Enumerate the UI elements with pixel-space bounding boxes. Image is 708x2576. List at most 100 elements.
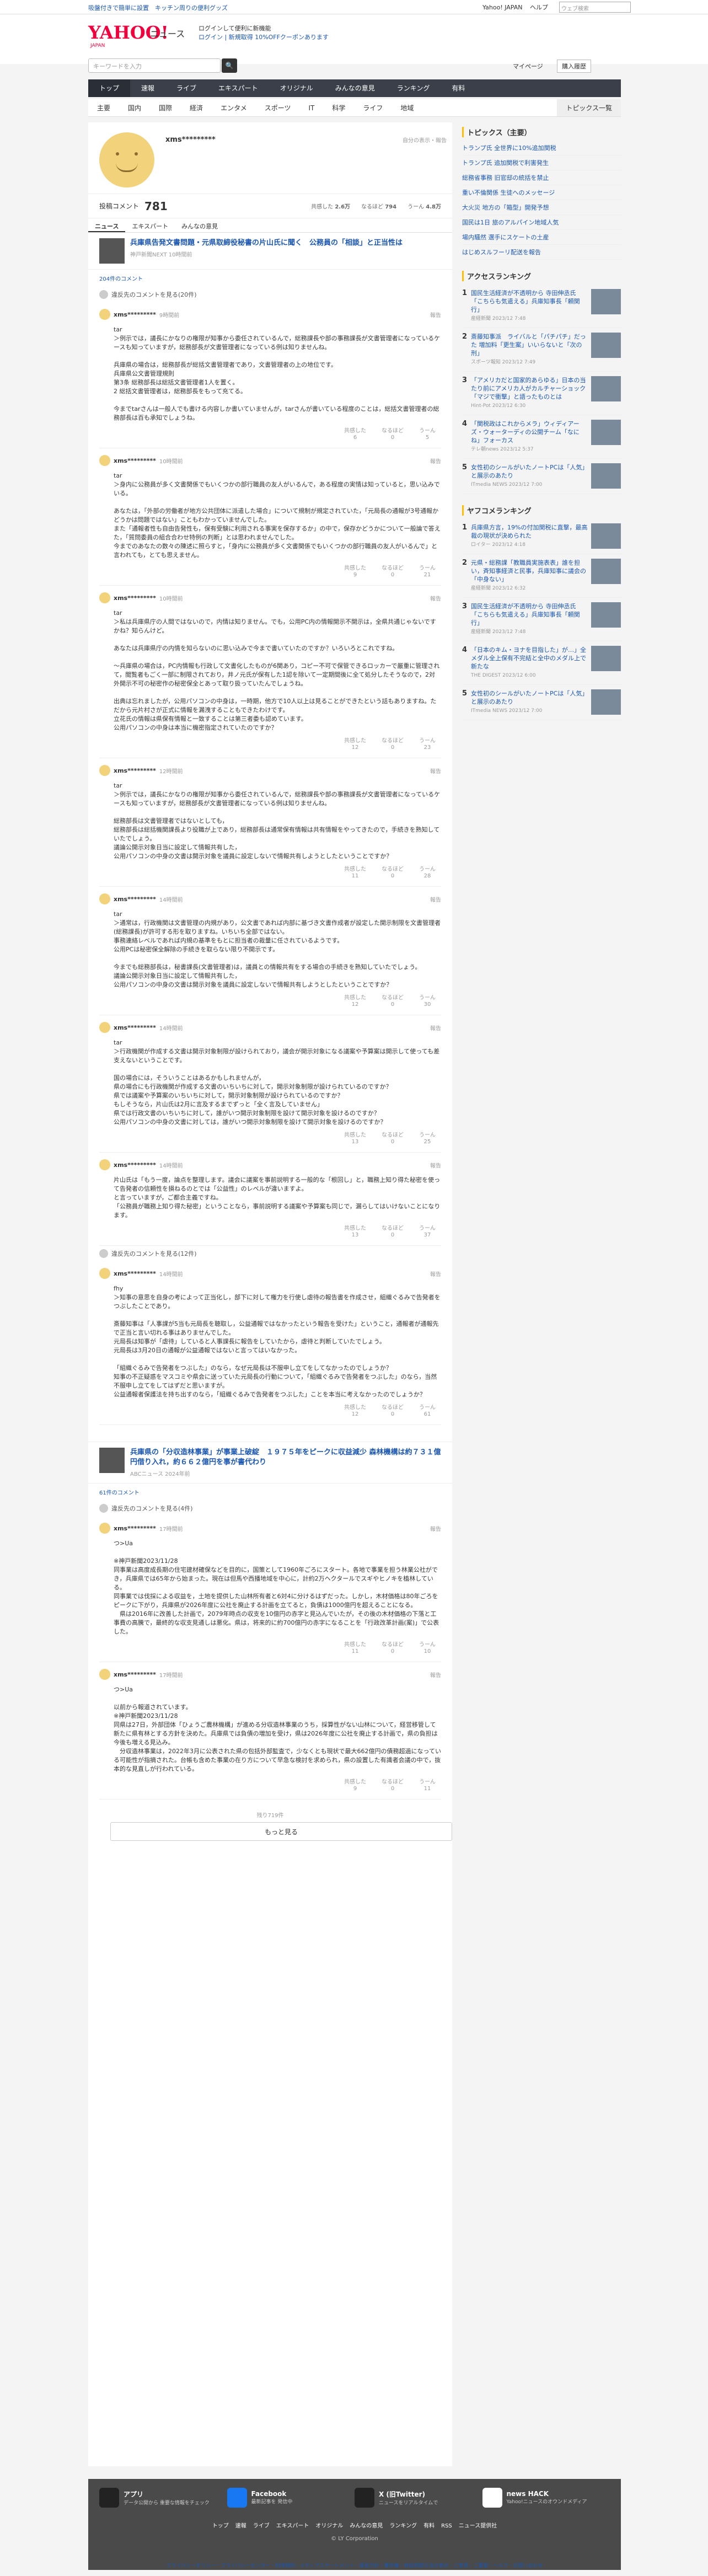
ranking-title-text[interactable]: 「アメリカだと国家的あらゆる」日本の当たり前にアメリカ人がカルチャーショック「マ… bbox=[471, 377, 586, 400]
cat-life[interactable]: ライフ bbox=[354, 99, 391, 116]
footer-facebook[interactable]: Facebook 最新記事を 発信中 bbox=[227, 2488, 355, 2508]
ranking-title-text[interactable]: 元県・総務課「教職員実施表表」誰を担い，斉知事経済と民事，兵庫知事に議会の「中身… bbox=[471, 559, 586, 583]
ranking-title[interactable]: 「アメリカだと国家的あらゆる」日本の当たり前にアメリカ人がカルチャーショック「マ… bbox=[471, 376, 588, 410]
ranking-item[interactable]: 4 「日本のキム・ヨナを目指した」が…」全メダル全上保有不完結と全中のメダル上で新… bbox=[462, 641, 621, 685]
footer-link[interactable]: 有料 bbox=[423, 2523, 435, 2529]
footer-newshack[interactable]: news HACK Yahoo!ニュースのオウンドメディア bbox=[482, 2488, 610, 2508]
nav-opinions[interactable]: みんなの意見 bbox=[324, 79, 386, 97]
search-icon[interactable]: 🔍 bbox=[222, 58, 237, 73]
topic-link[interactable]: トランプ氏 追加関税で利害発生 bbox=[462, 156, 621, 170]
ranking-title[interactable]: 斎藤知事派 ライバルと「パチパチ」だった 増加料「更生案」いいらないと「次の刑」… bbox=[471, 333, 588, 367]
report-link[interactable]: 報告 bbox=[430, 1024, 441, 1032]
help-link[interactable]: ヘルプ bbox=[530, 4, 548, 11]
naruhodo-button[interactable]: なるほど 0 bbox=[382, 1225, 404, 1239]
topic-link[interactable]: 重い不倫関係 生徒へのメッセージ bbox=[462, 185, 621, 200]
footer-link[interactable]: ニュース提供社 bbox=[459, 2523, 497, 2529]
ranking-item[interactable]: 3 国民生活経済が不透明から 寺田伸丞氏「こちらも気遣える」兵庫知事長「頼関行」産… bbox=[462, 598, 621, 641]
tab-news[interactable]: ニュース bbox=[88, 218, 126, 232]
topic-link[interactable]: 総務省事務 旧官邸の統括を禁止 bbox=[462, 170, 621, 185]
topics-list-link[interactable]: トピックス一覧 bbox=[557, 99, 621, 116]
ranking-title[interactable]: 女性初のシールがいたノートPCは「人気」と展示のあたり ITmedia NEWS … bbox=[471, 689, 588, 715]
tab-opinions[interactable]: みんなの意見 bbox=[175, 218, 224, 232]
ranking-title-text[interactable]: 国民生活経済が不透明から 寺田伸丞氏「こちらも気遣える」兵庫知事長「頼関行」 bbox=[471, 290, 580, 313]
cat-international[interactable]: 国際 bbox=[150, 99, 181, 116]
ranking-title-text[interactable]: 兵庫県方言，19%の付加関税に直撃，最高裁の現状が決められた bbox=[471, 524, 587, 539]
nav-live[interactable]: ライブ bbox=[165, 79, 207, 97]
legal-links[interactable]: プライバシーポリシー・プライバシーセンター・利用規約・メディアステートメント・運… bbox=[88, 2562, 621, 2569]
footer-x[interactable]: X (旧Twitter) ニュースをリアルタイムで bbox=[355, 2488, 482, 2508]
topic-link[interactable]: トランプ氏 全世界に10%追加関税 bbox=[462, 141, 621, 156]
profile-report-link[interactable]: 自分の表示・報告 bbox=[403, 136, 447, 144]
ranking-item[interactable]: 5 女性初のシールがいたノートPCは「人気」と展示のあたり ITmedia NEWS… bbox=[462, 459, 621, 494]
footer-link[interactable]: RSS bbox=[441, 2523, 452, 2529]
my-page-link[interactable]: マイページ bbox=[513, 62, 543, 71]
empathy-button[interactable]: 共感した 12 bbox=[344, 738, 366, 751]
uun-button[interactable]: うーん 11 bbox=[419, 1779, 436, 1792]
report-link[interactable]: 報告 bbox=[430, 895, 441, 903]
login-promo[interactable]: ログインして便利に新機能 ログイン | 新規取得 10%OFFクーポンあります bbox=[199, 24, 329, 42]
ranking-item[interactable]: 4 「関税政はこれからメラ」ウィディアーズ・ウォーターディの公開チーム「なにね」フ… bbox=[462, 415, 621, 459]
cat-science[interactable]: 科学 bbox=[323, 99, 354, 116]
comment-author[interactable]: xms********* bbox=[114, 1671, 156, 1678]
report-link[interactable]: 報告 bbox=[430, 594, 441, 602]
nav-breaking[interactable]: 速報 bbox=[130, 79, 165, 97]
footer-link[interactable]: エキスパート bbox=[276, 2523, 309, 2529]
comment-author[interactable]: xms********* bbox=[114, 1525, 156, 1532]
nav-expert[interactable]: エキスパート bbox=[207, 79, 269, 97]
article-title[interactable]: 兵庫県の「分収造林事業」が事業上破綻 １９７５年をピークに収益減少 森林機構は約… bbox=[130, 1448, 441, 1468]
article-card[interactable]: 兵庫県告発文書問題・元県取締役秘書の片山氏に聞く 公務員の「相談」と正当性は 神… bbox=[88, 233, 452, 270]
topic-link[interactable]: 大火災 地方の「箱型」開発予想 bbox=[462, 200, 621, 215]
ranking-item[interactable]: 3 「アメリカだと国家的あらゆる」日本の当たり前にアメリカ人がカルチャーショック「… bbox=[462, 372, 621, 415]
comment-author[interactable]: xms********* bbox=[114, 1024, 156, 1031]
uun-button[interactable]: うーん 23 bbox=[419, 738, 436, 751]
ranking-title[interactable]: 「関税政はこれからメラ」ウィディアーズ・ウォーターディの公開チーム「なにね」フォ… bbox=[471, 420, 588, 454]
cat-main[interactable]: 主要 bbox=[88, 99, 119, 116]
uun-button[interactable]: うーん 25 bbox=[419, 1132, 436, 1145]
ranking-title[interactable]: 国民生活経済が不透明から 寺田伸丞氏「こちらも気遣える」兵庫知事長「頼関行」 産経… bbox=[471, 289, 588, 323]
cat-it[interactable]: IT bbox=[299, 99, 323, 116]
empathy-button[interactable]: 共感した 12 bbox=[344, 1405, 366, 1418]
uun-button[interactable]: うーん 28 bbox=[419, 866, 436, 880]
hidden-comments-toggle[interactable]: 違反先のコメントを見る(12件) bbox=[88, 1246, 452, 1261]
cat-economy[interactable]: 経済 bbox=[181, 99, 212, 116]
cat-local[interactable]: 地域 bbox=[391, 99, 422, 116]
ranking-item[interactable]: 2 元県・総務課「教職員実施表表」誰を担い，斉知事経済と民事，兵庫知事に議会の「中… bbox=[462, 554, 621, 598]
hidden-comments-toggle[interactable]: 違反先のコメントを見る(20件) bbox=[88, 287, 452, 302]
naruhodo-button[interactable]: なるほど 0 bbox=[382, 1132, 404, 1145]
uun-button[interactable]: うーん 5 bbox=[419, 428, 436, 441]
report-link[interactable]: 報告 bbox=[430, 457, 441, 465]
purchase-history-button[interactable]: 購入履歴 bbox=[557, 60, 591, 73]
tab-expert[interactable]: エキスパート bbox=[125, 218, 175, 232]
comment-author[interactable]: xms********* bbox=[114, 767, 156, 774]
ranking-title-text[interactable]: 斎藤知事派 ライバルと「パチパチ」だった 増加料「更生案」いいらないと「次の刑」 bbox=[471, 333, 586, 357]
report-link[interactable]: 報告 bbox=[430, 310, 441, 319]
report-link[interactable]: 報告 bbox=[430, 1270, 441, 1278]
report-link[interactable]: 報告 bbox=[430, 1524, 441, 1533]
ranking-title[interactable]: 女性初のシールがいたノートPCは「人気」と展示のあたり ITmedia NEWS … bbox=[471, 463, 588, 489]
nav-top[interactable]: トップ bbox=[88, 79, 131, 97]
empathy-button[interactable]: 共感した 11 bbox=[344, 866, 366, 880]
footer-app[interactable]: アプリ データ公開から 重要な情報をチェック bbox=[99, 2488, 227, 2508]
empathy-button[interactable]: 共感した 6 bbox=[344, 428, 366, 441]
ranking-item[interactable]: 5 女性初のシールがいたノートPCは「人気」と展示のあたり ITmedia NEWS… bbox=[462, 685, 621, 720]
ranking-title-text[interactable]: 「関税政はこれからメラ」ウィディアーズ・ウォーターディの公開チーム「なにね」フォ… bbox=[471, 420, 580, 444]
comment-author[interactable]: xms********* bbox=[114, 595, 156, 602]
news-search-input[interactable]: キーワードを入力 bbox=[88, 58, 221, 73]
load-more-button[interactable]: もっと見る bbox=[110, 1822, 452, 1841]
naruhodo-button[interactable]: なるほど 0 bbox=[382, 565, 404, 579]
ranking-title-text[interactable]: 女性初のシールがいたノートPCは「人気」と展示のあたり bbox=[471, 690, 585, 705]
footer-link[interactable]: みんなの意見 bbox=[350, 2523, 383, 2529]
naruhodo-button[interactable]: なるほど 0 bbox=[382, 995, 404, 1008]
hidden-comments-toggle[interactable]: 違反先のコメントを見る(4件) bbox=[88, 1501, 452, 1516]
topic-link[interactable]: はじめスルフーリ配送を報告 bbox=[462, 245, 621, 260]
uun-button[interactable]: うーん 37 bbox=[419, 1225, 436, 1239]
uun-button[interactable]: うーん 10 bbox=[419, 1642, 436, 1655]
comment-author[interactable]: xms********* bbox=[114, 311, 156, 318]
empathy-button[interactable]: 共感した 12 bbox=[344, 995, 366, 1008]
ranking-title[interactable]: 「日本のキム・ヨナを目指した」が…」全メダル全上保有不完結と全中のメダル上で新た… bbox=[471, 646, 588, 680]
ranking-item[interactable]: 1 兵庫県方言，19%の付加関税に直撃，最高裁の現状が決められた ロイター 2023… bbox=[462, 519, 621, 554]
announcement-link[interactable]: 吸盤付きで簡単に設置 キッチン周りの便利グッズ bbox=[88, 3, 228, 12]
naruhodo-button[interactable]: なるほど 0 bbox=[382, 1642, 404, 1655]
topic-link[interactable]: 国民は1日 旅のアルパイン地域人気 bbox=[462, 215, 621, 230]
article-title[interactable]: 兵庫県告発文書問題・元県取締役秘書の片山氏に聞く 公務員の「相談」と正当性は bbox=[130, 238, 403, 248]
